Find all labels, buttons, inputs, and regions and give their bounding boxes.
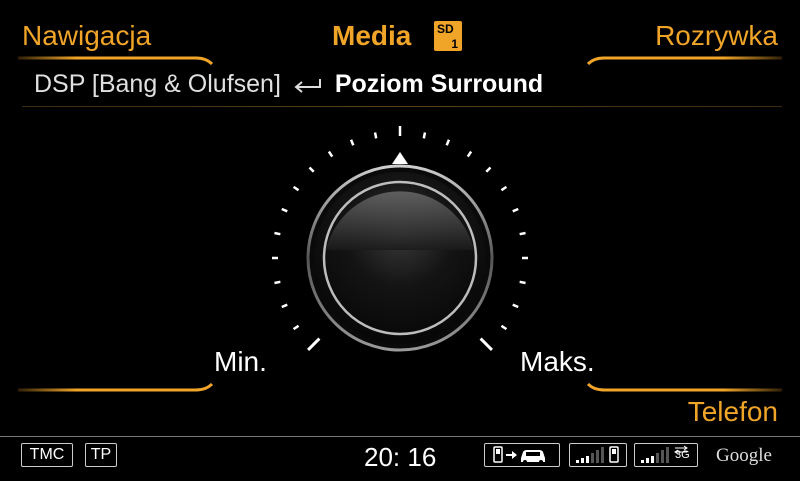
network-type-label: 3G xyxy=(675,449,690,461)
signal-strength-icon xyxy=(569,443,627,467)
surround-level-knob[interactable] xyxy=(0,0,800,480)
scale-tick xyxy=(308,166,315,173)
scale-tick xyxy=(479,337,493,351)
scale-tick xyxy=(373,132,378,139)
scale-tick xyxy=(274,231,281,236)
scale-tick xyxy=(512,303,519,309)
scale-tick xyxy=(292,185,300,192)
clock: 20: 16 xyxy=(364,442,437,472)
scale-tick xyxy=(445,139,451,146)
phone-to-car-icon xyxy=(484,443,560,467)
scale-tick xyxy=(307,337,321,351)
data-signal-icon: 3G xyxy=(634,443,698,467)
scale-tick xyxy=(500,185,508,192)
knob-min-label: Min. xyxy=(214,346,267,377)
scale-tick xyxy=(349,139,355,146)
scale-tick xyxy=(512,207,519,213)
scale-tick xyxy=(422,132,427,139)
tmc-indicator: TMC xyxy=(21,443,73,467)
scale-tick xyxy=(485,166,492,173)
knob-max-label: Maks. xyxy=(520,346,595,377)
scale-tick xyxy=(519,280,526,285)
scale-tick xyxy=(500,324,508,331)
google-logo: Google xyxy=(716,445,772,466)
scale-tick xyxy=(292,324,300,331)
tp-indicator: TP xyxy=(85,443,117,467)
scale-tick xyxy=(281,207,288,213)
scale-tick xyxy=(274,280,281,285)
scale-tick xyxy=(281,303,288,309)
knob-position-indicator xyxy=(392,152,408,164)
scale-tick xyxy=(327,150,334,158)
status-bar: TMC TP 20: 16 3G Google xyxy=(0,436,800,481)
scale-tick xyxy=(466,150,473,158)
scale-tick xyxy=(519,231,526,236)
